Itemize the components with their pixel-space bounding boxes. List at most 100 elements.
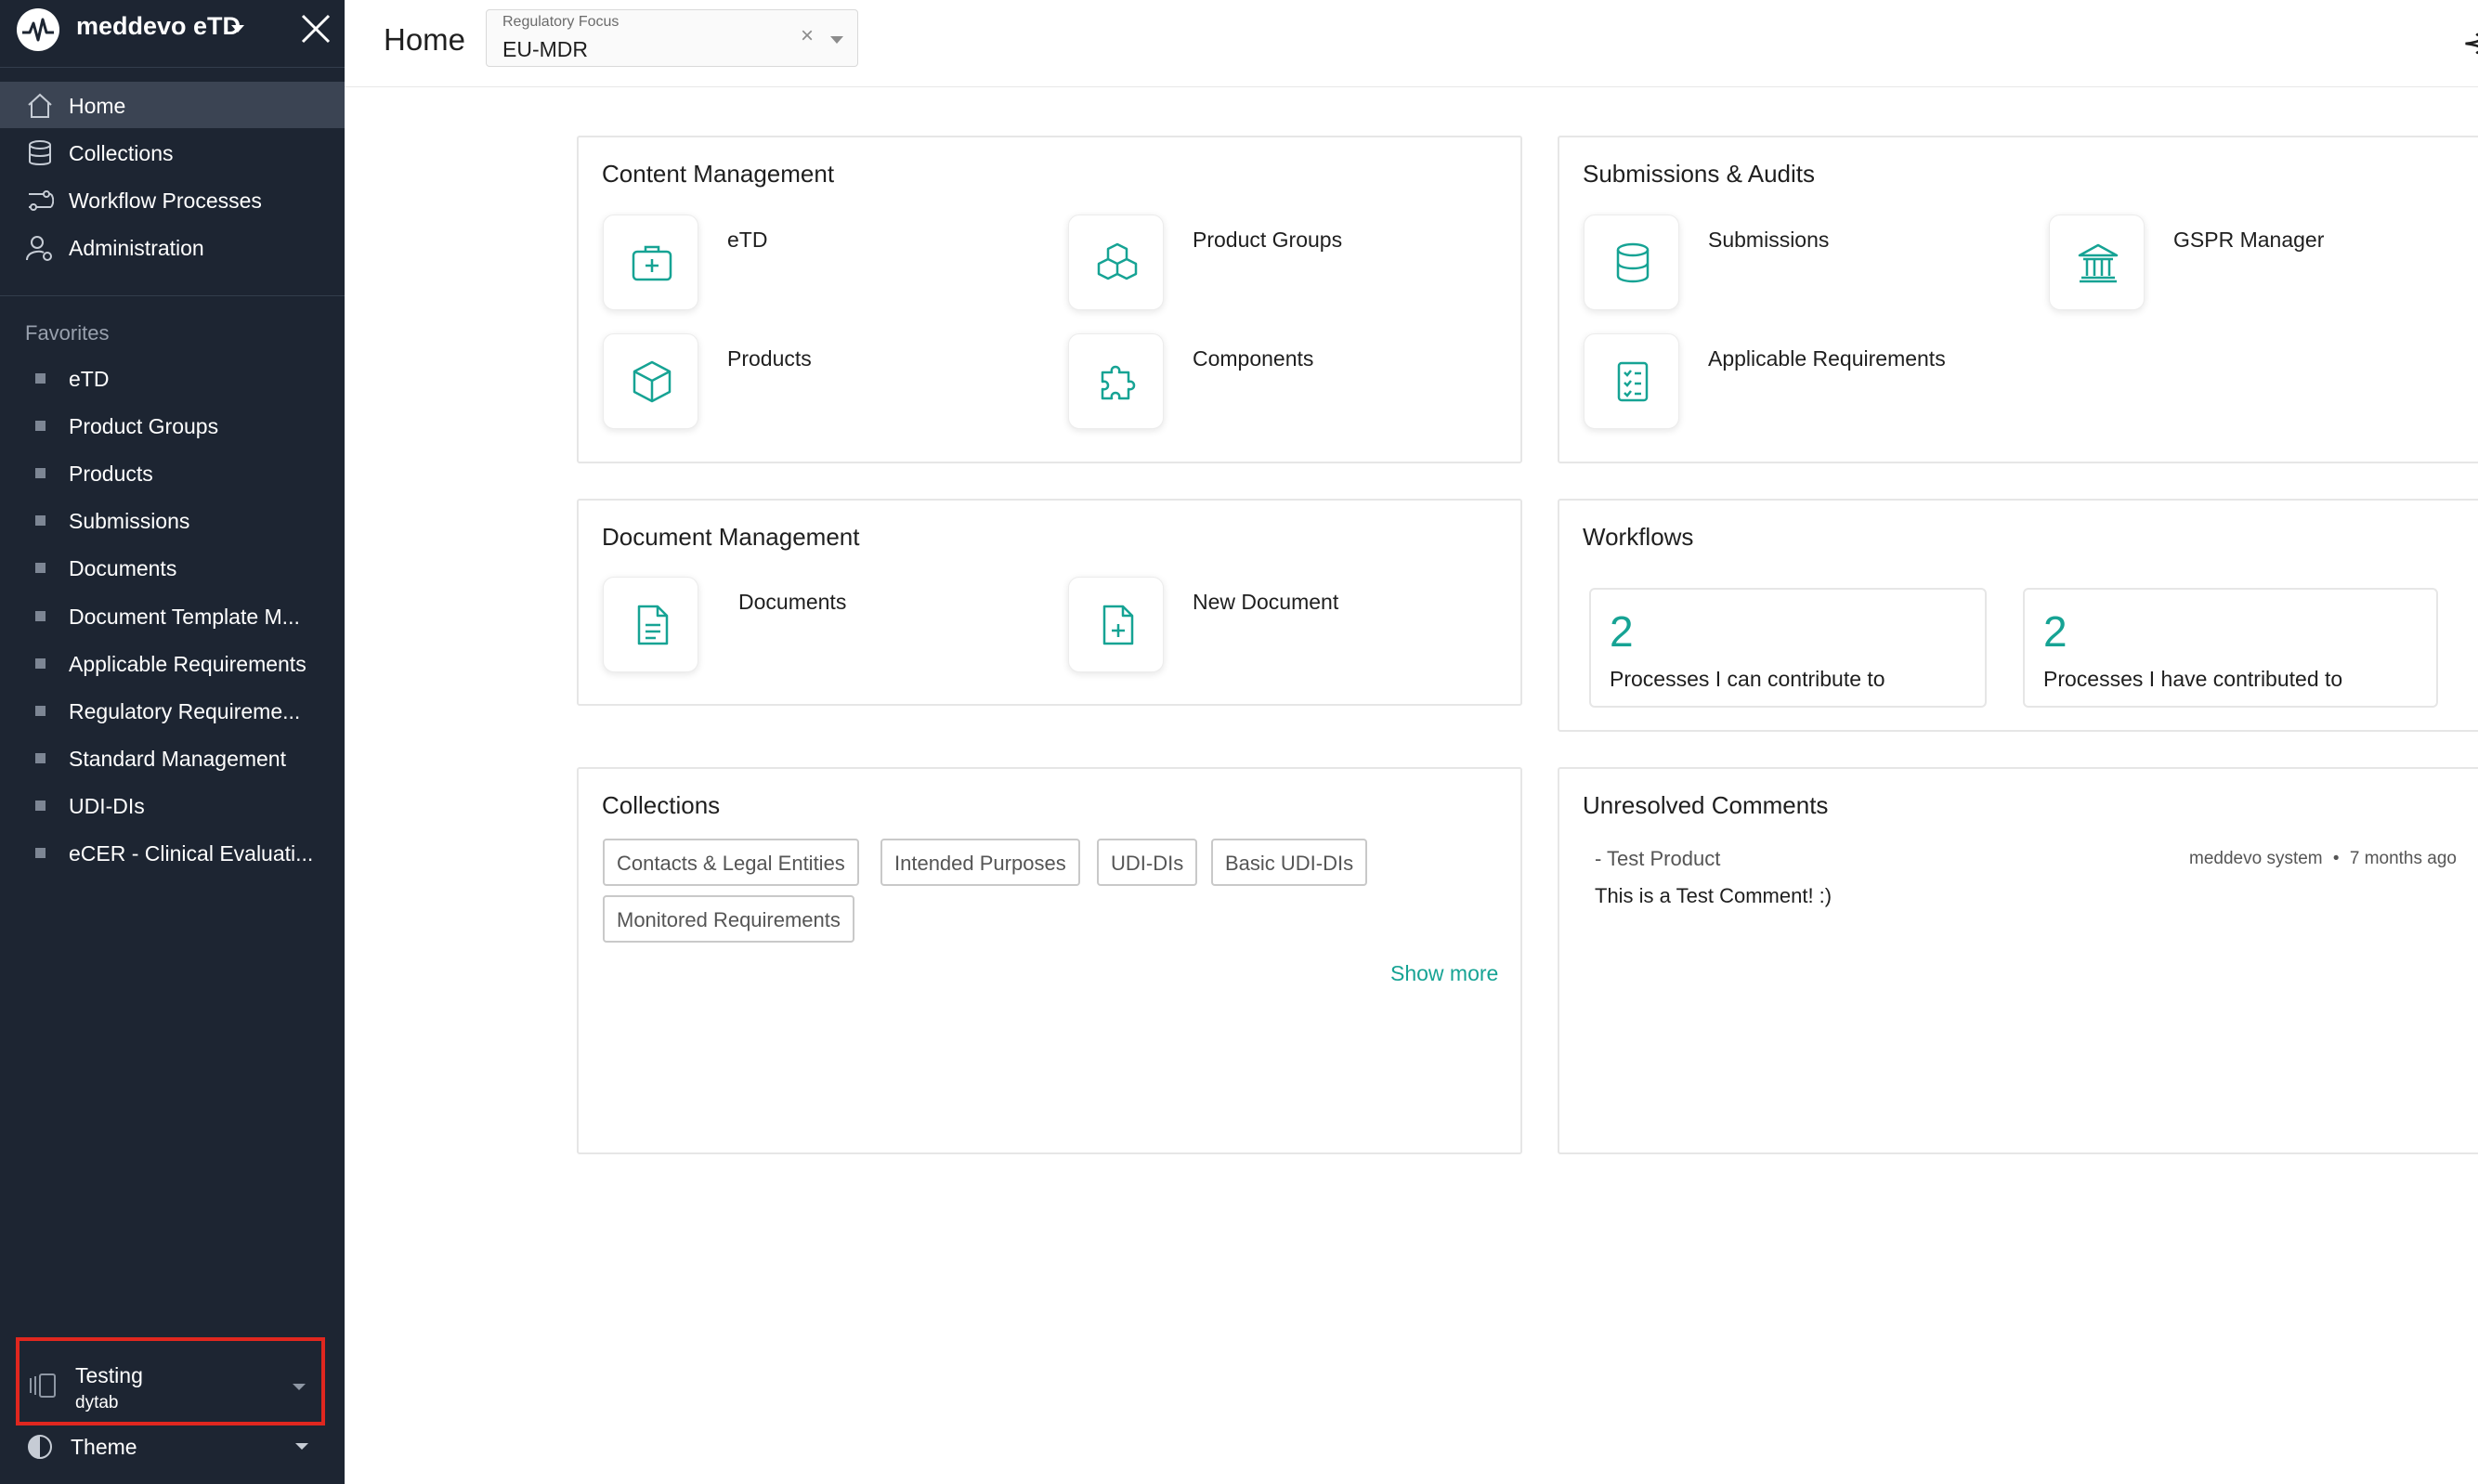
- header-action-icon[interactable]: ⊰: [2462, 25, 2478, 60]
- database-icon: [29, 140, 51, 165]
- tile-applicable-requirements[interactable]: Applicable Requirements: [1584, 333, 1974, 436]
- comment-meta: meddevo system • 7 months ago: [2189, 849, 2457, 869]
- sidebar-item-administration[interactable]: Administration: [0, 224, 345, 270]
- tile-new-document[interactable]: New Document: [1068, 577, 1458, 679]
- tile-documents[interactable]: Documents: [603, 577, 993, 679]
- meddevo-logo-icon: [17, 8, 59, 51]
- submissions-audits-card: Submissions & Audits Submissions GSPR Ma…: [1558, 136, 2478, 463]
- favorite-label: Document Template M...: [69, 605, 300, 629]
- tile-icon-box: [603, 333, 698, 429]
- favorite-item-submissions[interactable]: Submissions: [0, 499, 345, 543]
- sidebar-item-label: Home: [69, 94, 126, 118]
- show-more-link[interactable]: Show more: [1390, 961, 1498, 986]
- tile-label: Submissions: [1708, 228, 1830, 252]
- favorite-item-applicable-requirements[interactable]: Applicable Requirements: [0, 642, 345, 686]
- tile-label: Documents: [738, 590, 847, 614]
- close-icon[interactable]: [300, 13, 332, 45]
- collections-card: Collections Contacts & Legal Entities In…: [577, 767, 1522, 1154]
- card-title: Document Management: [602, 523, 860, 551]
- favorite-item-ecer[interactable]: eCER - Clinical Evaluati...: [0, 831, 345, 876]
- document-add-icon: [1102, 605, 1134, 645]
- checklist-icon: [1617, 361, 1649, 402]
- sidebar-item-workflow-processes[interactable]: Workflow Processes: [0, 176, 345, 223]
- tile-icon-box: [1584, 333, 1679, 429]
- stat-label: Processes I can contribute to: [1610, 667, 1885, 691]
- comment-subject[interactable]: - Test Product: [1595, 847, 1720, 871]
- tile-product-groups[interactable]: Product Groups: [1068, 215, 1458, 317]
- chevron-down-icon[interactable]: [830, 36, 843, 44]
- favorite-label: eTD: [69, 367, 110, 391]
- favorite-label: Documents: [69, 556, 177, 580]
- page-title: Home: [384, 22, 466, 57]
- sidebar-item-collections[interactable]: Collections: [0, 129, 345, 176]
- favorite-label: Standard Management: [69, 747, 286, 771]
- sidebar-item-label: Collections: [69, 141, 174, 165]
- favorite-label: Product Groups: [69, 414, 219, 438]
- stat-can-contribute[interactable]: 2 Processes I can contribute to: [1589, 588, 1987, 708]
- favorite-item-document-template[interactable]: Document Template M...: [0, 594, 345, 639]
- bullet-icon: [35, 801, 46, 811]
- bullet-icon: [35, 421, 46, 431]
- tile-components[interactable]: Components: [1068, 333, 1458, 436]
- cubes-icon: [1097, 242, 1138, 280]
- card-title: Unresolved Comments: [1583, 791, 1829, 819]
- favorite-item-standard-management[interactable]: Standard Management: [0, 736, 345, 781]
- medical-kit-icon: [632, 245, 672, 281]
- favorite-item-udi-dis[interactable]: UDI-DIs: [0, 784, 345, 828]
- favorite-item-etd[interactable]: eTD: [0, 357, 345, 401]
- tile-etd[interactable]: eTD: [603, 215, 993, 317]
- sidebar-item-label: Workflow Processes: [69, 189, 262, 213]
- unresolved-comments-card: Unresolved Comments - Test Product medde…: [1558, 767, 2478, 1154]
- document-management-card: Document Management Documents New Docume…: [577, 499, 1522, 706]
- brand-name: meddevo eTD: [76, 12, 241, 40]
- clear-icon[interactable]: ×: [801, 23, 814, 49]
- regulatory-focus-select[interactable]: Regulatory Focus EU-MDR ×: [486, 9, 858, 67]
- favorite-item-products[interactable]: Products: [0, 451, 345, 496]
- sidebar-item-home[interactable]: Home: [0, 82, 345, 128]
- divider: [0, 67, 345, 68]
- favorite-item-product-groups[interactable]: Product Groups: [0, 404, 345, 449]
- tile-icon-box: [2049, 215, 2145, 310]
- chip-monitored-requirements[interactable]: Monitored Requirements: [603, 895, 854, 943]
- stat-have-contributed[interactable]: 2 Processes I have contributed to: [2023, 588, 2438, 708]
- tile-label: Product Groups: [1193, 228, 1343, 252]
- regulatory-focus-value: EU-MDR: [502, 37, 588, 61]
- content-management-card: Content Management eTD Product Groups Pr…: [577, 136, 1522, 463]
- stat-label: Processes I have contributed to: [2043, 667, 2343, 691]
- tile-gspr-manager[interactable]: GSPR Manager: [2049, 215, 2439, 317]
- puzzle-icon: [1101, 365, 1136, 400]
- bullet-icon: [35, 468, 46, 478]
- brand-switcher[interactable]: meddevo eTD: [0, 0, 345, 67]
- tile-label: eTD: [727, 228, 768, 252]
- tile-products[interactable]: Products: [603, 333, 993, 436]
- comment-body: This is a Test Comment! :): [1595, 884, 1832, 907]
- theme-selector[interactable]: Theme: [0, 1423, 345, 1467]
- bullet-icon: [35, 611, 46, 621]
- theme-label: Theme: [71, 1435, 137, 1459]
- workflows-card: Workflows 2 Processes I can contribute t…: [1558, 499, 2478, 732]
- sidebar-item-label: Administration: [69, 236, 204, 260]
- chip-intended-purposes[interactable]: Intended Purposes: [880, 839, 1080, 886]
- top-header: Home Regulatory Focus EU-MDR × ⊰: [345, 0, 2478, 87]
- bullet-icon: [35, 563, 46, 573]
- tile-icon-box: [1068, 577, 1164, 672]
- chip-contacts-legal-entities[interactable]: Contacts & Legal Entities: [603, 839, 859, 886]
- tile-icon-box: [1068, 215, 1164, 310]
- box-icon: [633, 360, 672, 403]
- workspace-name: Testing: [75, 1363, 143, 1387]
- workflow-icon: [29, 190, 54, 211]
- workspace-switcher[interactable]: Testing dytab: [16, 1337, 325, 1425]
- tile-label: GSPR Manager: [2173, 228, 2325, 252]
- tile-submissions[interactable]: Submissions: [1584, 215, 1974, 317]
- chip-basic-udi-dis[interactable]: Basic UDI-DIs: [1211, 839, 1368, 886]
- chip-udi-dis[interactable]: UDI-DIs: [1097, 839, 1198, 886]
- workspace-icon: [30, 1373, 56, 1398]
- bank-icon: [2078, 243, 2119, 283]
- bullet-icon: [35, 373, 46, 384]
- favorite-item-documents[interactable]: Documents: [0, 546, 345, 591]
- favorite-item-regulatory-requirements[interactable]: Regulatory Requireme...: [0, 689, 345, 734]
- tile-label: Components: [1193, 346, 1314, 371]
- chevron-down-icon: [293, 1384, 306, 1390]
- favorites-heading: Favorites: [25, 321, 110, 345]
- tile-icon-box: [1584, 215, 1679, 310]
